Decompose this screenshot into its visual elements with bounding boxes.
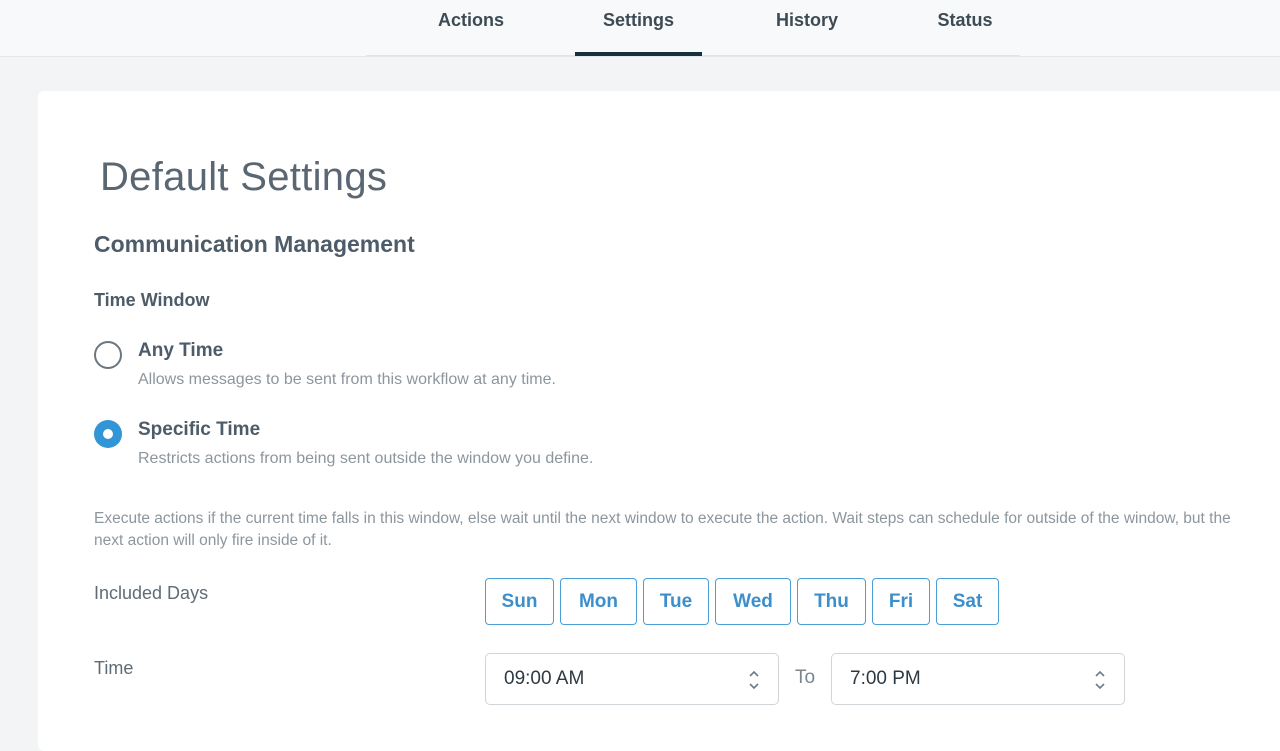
day-button-sat[interactable]: Sat [936, 578, 999, 625]
chevron-up-down-icon [749, 670, 759, 690]
any-time-description: Allows messages to be sent from this wor… [138, 371, 556, 388]
tab-actions[interactable]: Actions [438, 0, 504, 56]
tab-history[interactable]: History [774, 0, 840, 56]
day-button-thu[interactable]: Thu [797, 578, 866, 625]
end-time-value: 7:00 PM [850, 668, 921, 689]
day-button-fri[interactable]: Fri [872, 578, 930, 625]
start-time-select[interactable]: 09:00 AM [485, 653, 779, 705]
day-button-mon[interactable]: Mon [560, 578, 637, 625]
day-button-sun[interactable]: Sun [485, 578, 554, 625]
tab-strip: Actions Settings History Status [366, 0, 1020, 56]
specific-time-radio[interactable] [94, 420, 122, 448]
chevron-up-down-icon [1095, 670, 1105, 690]
top-nav-bar: Actions Settings History Status [0, 0, 1280, 57]
time-window-title: Time Window [94, 290, 210, 310]
time-window-help-text: Execute actions if the current time fall… [94, 510, 1231, 549]
tab-settings[interactable]: Settings [575, 0, 702, 56]
day-button-wed[interactable]: Wed [715, 578, 791, 625]
section-title: Communication Management [94, 231, 415, 257]
tab-status[interactable]: Status [936, 0, 994, 56]
page-title: Default Settings [100, 155, 388, 199]
specific-time-description: Restricts actions from being sent outsid… [138, 450, 594, 467]
start-time-value: 09:00 AM [504, 668, 585, 689]
specific-time-label[interactable]: Specific Time [138, 419, 260, 441]
day-button-tue[interactable]: Tue [643, 578, 709, 625]
included-days-label: Included Days [94, 583, 209, 603]
time-label: Time [94, 658, 134, 678]
any-time-radio[interactable] [94, 341, 122, 369]
to-label: To [795, 667, 816, 688]
end-time-select[interactable]: 7:00 PM [831, 653, 1125, 705]
any-time-label[interactable]: Any Time [138, 340, 223, 362]
